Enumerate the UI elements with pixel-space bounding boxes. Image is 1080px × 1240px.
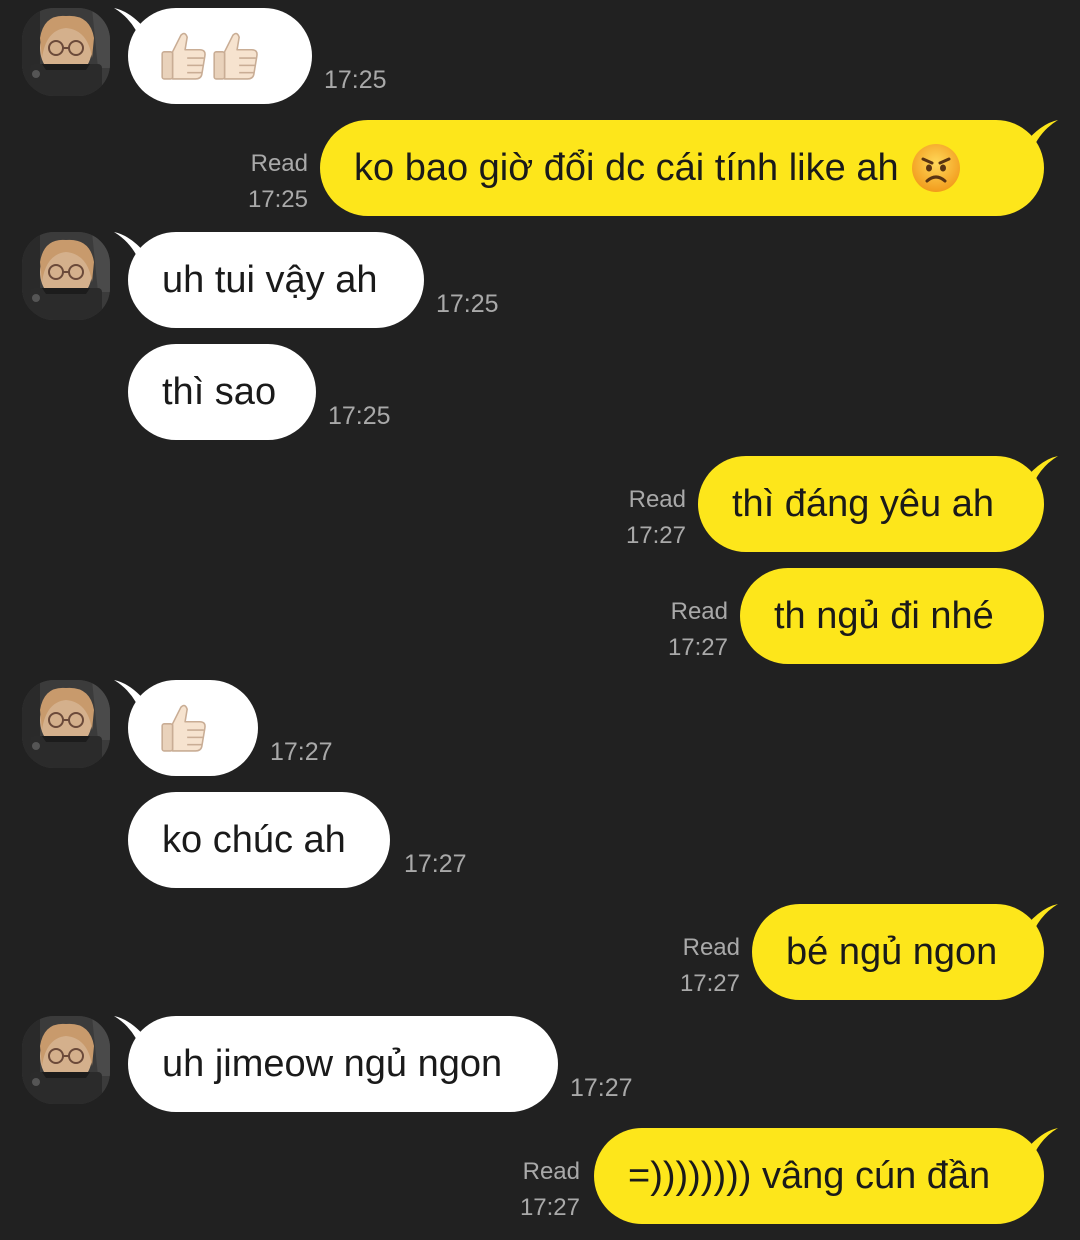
message-time: 17:27 xyxy=(270,738,333,766)
message-text: ko chúc ah xyxy=(162,819,346,861)
message-time: 17:25 xyxy=(328,402,391,430)
message-bubble-outgoing[interactable]: thì đáng yêu ah xyxy=(698,456,1044,552)
read-receipt: Read 17:27 xyxy=(625,486,686,549)
message-text: =)))))))) vâng cún đần xyxy=(628,1155,991,1197)
message-bubble-incoming[interactable] xyxy=(128,8,312,104)
message-bubble-outgoing[interactable]: ko bao giờ đổi dc cái tính like ah xyxy=(320,120,1044,216)
message-time: 17:25 xyxy=(324,66,387,94)
message-time: 17:27 xyxy=(404,850,467,878)
message-text: th ngủ đi nhé xyxy=(774,595,994,637)
bubble-tail xyxy=(1018,1128,1058,1164)
bubble-tail xyxy=(1018,120,1058,156)
read-receipt: Read 17:27 xyxy=(519,1158,580,1221)
message-bubble-outgoing[interactable]: =)))))))) vâng cún đần xyxy=(594,1128,1044,1224)
read-receipt: Read 17:27 xyxy=(667,598,728,661)
chat-thread: 17:25 Read 17:25 ko bao giờ đổi dc cái tí… xyxy=(0,0,1080,1240)
contact-avatar[interactable] xyxy=(22,680,110,768)
message-bubble-outgoing[interactable]: th ngủ đi nhé xyxy=(740,568,1044,664)
message-time: 17:25 xyxy=(436,290,499,318)
thumbs-up-emoji xyxy=(158,28,260,84)
read-receipt: Read 17:25 xyxy=(247,150,308,213)
message-text: thì sao xyxy=(162,371,277,413)
message-bubble-incoming[interactable]: ko chúc ah xyxy=(128,792,390,888)
message-text: thì đáng yêu ah xyxy=(732,483,994,525)
read-receipt: Read 17:27 xyxy=(679,934,740,997)
message-text: bé ngủ ngon xyxy=(786,931,998,973)
message-text: uh tui vậy ah xyxy=(162,259,378,301)
message-bubble-incoming[interactable]: thì sao xyxy=(128,344,316,440)
message-bubble-outgoing[interactable]: bé ngủ ngon xyxy=(752,904,1044,1000)
message-bubble-incoming[interactable] xyxy=(128,680,258,776)
thumbs-up-emoji xyxy=(158,700,208,756)
bubble-tail xyxy=(1018,904,1058,940)
message-bubble-incoming[interactable]: uh tui vậy ah xyxy=(128,232,424,328)
message-text: ko bao giờ đổi dc cái tính like ah xyxy=(354,147,899,189)
message-text: uh jimeow ngủ ngon xyxy=(162,1043,503,1085)
message-bubble-incoming[interactable]: uh jimeow ngủ ngon xyxy=(128,1016,558,1112)
contact-avatar[interactable] xyxy=(22,1016,110,1104)
angry-face-icon xyxy=(911,143,961,193)
contact-avatar[interactable] xyxy=(22,232,110,320)
bubble-tail xyxy=(1018,456,1058,492)
contact-avatar[interactable] xyxy=(22,8,110,96)
message-time: 17:27 xyxy=(570,1074,633,1102)
